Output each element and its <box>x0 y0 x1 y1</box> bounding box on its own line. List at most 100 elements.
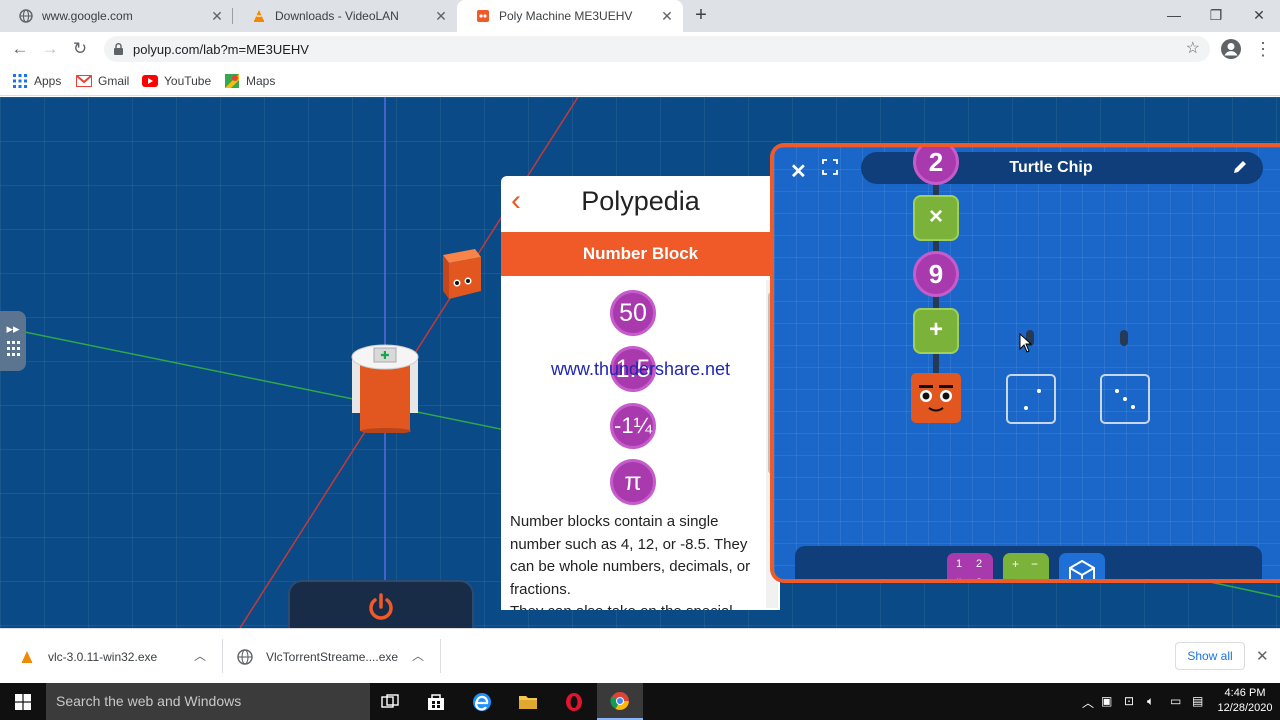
store-icon[interactable] <box>413 683 459 720</box>
browser-toolbar: ← → ↻ polyup.com/lab?m=ME3UEHV ☆ ⋮ <box>0 32 1280 66</box>
close-icon[interactable]: ✕ <box>433 8 449 24</box>
globe-icon <box>236 648 254 666</box>
profile-icon[interactable] <box>1220 38 1242 60</box>
input-connector[interactable] <box>1120 330 1128 346</box>
bookmark-label: Apps <box>34 74 62 88</box>
number-block[interactable]: 9 <box>913 251 959 297</box>
poly-machine-canvas[interactable]: ✚ ▸▸ ‹ Polypedia Number Block 50 1.5 -1¼… <box>0 97 1280 628</box>
palette-label: 2 <box>976 558 983 570</box>
watermark-text: www.thundershare.net <box>550 359 731 379</box>
cube-palette-icon[interactable] <box>1059 553 1105 579</box>
polypedia-section-header: Number Block <box>501 232 780 276</box>
empty-input-slot[interactable] <box>1100 374 1150 424</box>
bookmark-label: Maps <box>246 74 276 88</box>
tab-videolan[interactable]: Downloads - VideoLAN ✕ <box>233 0 457 32</box>
window-close-icon[interactable]: ✕ <box>1247 4 1271 26</box>
turtle-chip-panel: ✕ Turtle Chip 2 × 9 + 1 2 # 3 + − × ÷ <box>770 143 1280 583</box>
back-icon[interactable]: ← <box>8 37 32 61</box>
palette-label: − <box>1031 557 1039 571</box>
power-dock <box>288 580 474 628</box>
tab-google[interactable]: www.google.com ✕ <box>0 0 233 32</box>
bookmark-label: Gmail <box>98 74 130 88</box>
close-icon[interactable]: ✕ <box>790 159 807 184</box>
divider <box>222 639 223 673</box>
volume-icon[interactable]: 🔈︎ <box>1147 694 1154 709</box>
close-icon[interactable]: ✕ <box>209 8 225 24</box>
notifications-icon[interactable]: ▤ <box>1192 694 1203 708</box>
bookmark-apps[interactable]: Apps <box>12 72 61 90</box>
operator-palette-icon[interactable]: + − × ÷ <box>1003 553 1049 579</box>
lock-icon <box>114 43 123 55</box>
star-icon[interactable]: ☆ <box>1186 38 1200 58</box>
bookmark-youtube[interactable]: YouTube <box>142 72 211 90</box>
chevron-up-icon[interactable]: ︿ <box>412 647 424 664</box>
palette-label: 3 <box>976 577 983 583</box>
tab-poly-machine[interactable]: Poly Machine ME3UEHV ✕ <box>457 0 683 32</box>
chevron-up-icon[interactable]: ︿ <box>194 647 206 664</box>
svg-text:▸▸: ▸▸ <box>6 322 20 337</box>
polypedia-title: Polypedia <box>581 186 700 216</box>
show-all-button[interactable]: Show all <box>1175 642 1245 670</box>
menu-icon[interactable]: ⋮ <box>1254 38 1272 60</box>
opera-icon[interactable] <box>551 683 597 720</box>
tab-title: Poly Machine ME3UEHV <box>499 9 633 23</box>
divider <box>440 639 441 673</box>
taskbar-search[interactable]: Search the web and Windows <box>46 683 370 720</box>
chevron-up-icon[interactable]: ︿ <box>1082 694 1094 711</box>
windows-start-icon[interactable] <box>0 683 45 720</box>
edge-icon[interactable] <box>459 683 505 720</box>
number-block-example: -1¼ <box>610 403 656 449</box>
maps-icon <box>224 73 240 89</box>
pencil-icon[interactable] <box>1231 158 1249 176</box>
number-block-example: 50 <box>610 290 656 336</box>
address-bar[interactable]: polyup.com/lab?m=ME3UEHV ☆ <box>104 36 1210 62</box>
download-filename: VlcTorrentStreame....exe <box>266 649 399 664</box>
apps-grid-icon <box>12 73 28 89</box>
bookmark-gmail[interactable]: Gmail <box>76 72 129 90</box>
number-palette-icon[interactable]: 1 2 # 3 <box>947 553 993 583</box>
side-drawer-handle[interactable]: ▸▸ <box>0 311 26 371</box>
fullscreen-icon[interactable] <box>822 159 838 175</box>
url-text: polyup.com/lab?m=ME3UEHV <box>133 42 309 57</box>
palette-label: # <box>955 577 962 583</box>
turtle-cube[interactable] <box>437 249 481 299</box>
turtle-block[interactable] <box>911 373 961 423</box>
globe-icon <box>18 8 34 24</box>
youtube-icon <box>142 73 158 89</box>
downloads-bar: vlc-3.0.11-win32.exe ︿ VlcTorrentStreame… <box>0 628 1280 683</box>
minimize-icon[interactable]: — <box>1162 4 1186 26</box>
operator-block[interactable]: + <box>913 308 959 354</box>
taskbar-clock[interactable]: 4:46 PM 12/28/2020 <box>1212 686 1278 716</box>
tab-title: Downloads - VideoLAN <box>275 9 399 23</box>
chrome-icon[interactable] <box>597 683 643 720</box>
operator-block[interactable]: × <box>913 195 959 241</box>
display-icon[interactable]: ▭ <box>1170 694 1181 708</box>
palette-label: + <box>1012 557 1020 571</box>
bookmarks-bar: Apps Gmail YouTube Maps <box>0 66 1280 96</box>
description-text-cut: They can also take on the special <box>510 601 768 610</box>
network-icon[interactable]: ⊡ <box>1124 694 1134 708</box>
task-view-icon[interactable] <box>367 683 413 720</box>
close-icon[interactable]: ✕ <box>1256 647 1269 665</box>
clock-time: 4:46 PM <box>1224 687 1266 699</box>
polypedia-description: Number blocks contain a single number su… <box>510 511 768 610</box>
download-item[interactable]: VlcTorrentStreame....exe ︿ <box>236 629 436 684</box>
file-explorer-icon[interactable] <box>505 683 551 720</box>
machine-cylinder[interactable]: ✚ <box>350 343 422 434</box>
meet-icon[interactable]: ▣ <box>1101 694 1112 708</box>
forward-icon[interactable]: → <box>38 37 62 61</box>
close-icon[interactable]: ✕ <box>659 8 675 24</box>
new-tab-button[interactable]: + <box>690 5 712 27</box>
tab-strip: www.google.com ✕ Downloads - VideoLAN ✕ … <box>0 0 1280 32</box>
polyup-icon <box>475 8 491 24</box>
description-text: Number blocks contain a single number su… <box>510 513 751 598</box>
empty-input-slot[interactable] <box>1006 374 1056 424</box>
palette-label: 1 <box>956 558 963 570</box>
reload-icon[interactable]: ↻ <box>68 37 92 61</box>
number-block-example: π <box>610 459 656 505</box>
bookmark-maps[interactable]: Maps <box>224 72 275 90</box>
maximize-icon[interactable]: ❐ <box>1204 4 1228 26</box>
vlc-icon <box>251 8 267 24</box>
power-icon[interactable] <box>366 592 396 622</box>
download-item[interactable]: vlc-3.0.11-win32.exe ︿ <box>18 629 218 684</box>
